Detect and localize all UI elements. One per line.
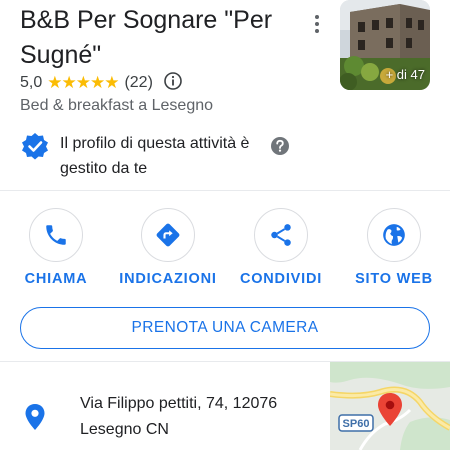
business-name: B&B Per Sognare "Per Sugné" xyxy=(20,6,273,69)
map-road-label: SP60 xyxy=(343,418,370,430)
share-label: CONDIVIDI xyxy=(239,271,323,287)
rating-row[interactable]: 5,0 ★★★★★ (22) xyxy=(20,71,183,95)
review-count: (22) xyxy=(124,74,153,91)
directions-icon xyxy=(141,208,195,262)
map-preview: SP60 xyxy=(330,362,450,450)
map-thumbnail[interactable]: SP60 xyxy=(330,362,450,450)
globe-icon xyxy=(367,208,421,262)
verified-badge-icon xyxy=(20,131,50,181)
rating-value: 5,0 xyxy=(20,74,43,91)
book-room-button[interactable]: PRENOTA UNA CAMERA xyxy=(20,307,430,349)
info-icon[interactable] xyxy=(163,71,183,96)
managed-profile-notice: Il profilo di questa attività è gestito … xyxy=(20,131,265,181)
share-icon xyxy=(254,208,308,262)
location-pin-icon xyxy=(24,403,46,436)
call-button[interactable]: CHIAMA xyxy=(1,208,111,287)
help-icon[interactable] xyxy=(270,136,290,161)
share-button[interactable]: CONDIVIDI xyxy=(226,208,336,287)
website-label: SITO WEB xyxy=(355,271,433,287)
business-photo-thumbnail[interactable]: + di 47 xyxy=(340,0,430,90)
website-button[interactable]: SITO WEB xyxy=(339,208,449,287)
business-category: Bed & breakfast a Lesegno xyxy=(20,97,214,114)
directions-label: INDICAZIONI xyxy=(119,271,217,287)
more-options-icon[interactable] xyxy=(305,12,329,36)
photo-count: + di 47 xyxy=(385,67,425,82)
phone-icon xyxy=(29,208,83,262)
address-text[interactable]: Via Filippo pettiti, 74, 12076 Lesegno C… xyxy=(80,391,320,443)
directions-button[interactable]: INDICAZIONI xyxy=(113,208,223,287)
call-label: CHIAMA xyxy=(24,271,88,287)
rating-stars: ★★★★★ xyxy=(47,73,119,92)
managed-profile-text: Il profilo di questa attività è gestito … xyxy=(60,135,250,177)
section-divider xyxy=(0,190,450,191)
